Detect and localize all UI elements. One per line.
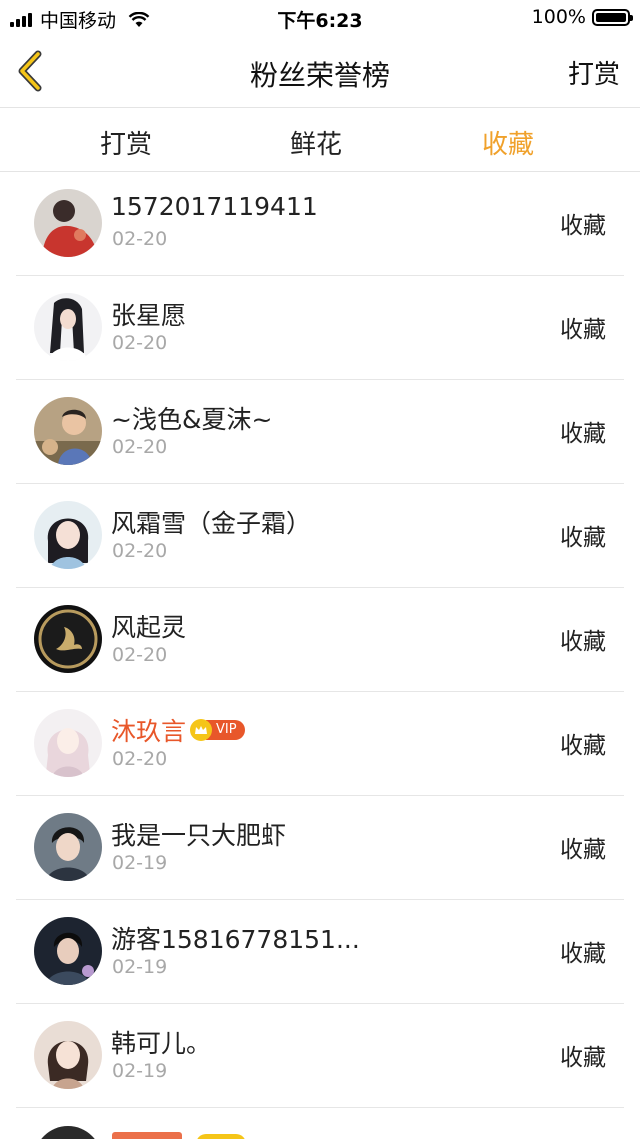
screen: 中国移动 下午6:23 100% 粉丝荣誉榜 打赏 打赏 鲜花 收藏 15720… (0, 0, 640, 1139)
list-item[interactable]: ~浅色&夏沫~ 02-20 收藏 (16, 380, 624, 484)
list-item[interactable]: 韩可儿。 02-19 收藏 (16, 1004, 624, 1108)
status-right: 100% (531, 6, 633, 28)
user-name: 1572017119411 (111, 192, 318, 221)
tab-favorites[interactable]: 收藏 (482, 124, 534, 161)
avatar (34, 293, 102, 361)
battery-icon (592, 8, 633, 26)
user-name: 风霜雪（金子霜） (111, 509, 312, 538)
date-label: 02-20 (112, 748, 168, 770)
action-label: 收藏 (560, 213, 606, 239)
vip-badge: VIP (190, 719, 245, 741)
user-name: 风起灵 (111, 613, 187, 642)
date-label: 02-20 (112, 540, 168, 562)
user-name: 我是一只大肥虾 (111, 821, 287, 850)
list-item[interactable]: 沐玖言 VIP 02-20 收藏 (16, 692, 624, 796)
date-label: 02-19 (112, 1060, 168, 1082)
action-label: 收藏 (560, 941, 606, 967)
tab-bar: 打赏 鲜花 收藏 (0, 108, 640, 172)
action-label: 收藏 (560, 317, 606, 343)
date-label: 02-19 (112, 956, 168, 978)
user-name: 游客15816778151... (111, 925, 360, 954)
user-name: ~浅色&夏沫~ (111, 405, 273, 434)
avatar (34, 189, 102, 257)
date-label: 02-19 (112, 852, 168, 874)
action-label: 收藏 (560, 837, 606, 863)
action-label: 收藏 (560, 1045, 606, 1071)
date-label: 02-20 (112, 644, 168, 666)
list-item[interactable]: 风起灵 02-20 收藏 (16, 588, 624, 692)
action-label: 收藏 (560, 525, 606, 551)
list-item[interactable]: 张星愿 02-20 收藏 (16, 276, 624, 380)
crown-icon (190, 719, 213, 741)
fan-list: 1572017119411 02-20 收藏 张星愿 02-20 收藏 ~浅色&… (0, 172, 640, 1139)
avatar (34, 917, 102, 985)
date-label: 02-20 (112, 228, 168, 250)
list-item[interactable]: 1572017119411 02-20 收藏 (16, 172, 624, 276)
status-bar: 中国移动 下午6:23 100% (0, 0, 640, 34)
list-item[interactable]: 风霜雪（金子霜） 02-20 收藏 (16, 484, 624, 588)
list-item[interactable]: 我是一只大肥虾 02-19 收藏 (16, 796, 624, 900)
date-label: 02-20 (112, 332, 168, 354)
page-title: 粉丝荣誉榜 (249, 59, 390, 92)
tab-reward[interactable]: 打赏 (100, 124, 152, 161)
battery-label: 100% (531, 6, 586, 28)
reward-button[interactable]: 打赏 (568, 54, 620, 91)
avatar (34, 709, 102, 777)
list-item-partial (16, 1108, 640, 1139)
avatar (34, 397, 102, 465)
user-name: 张星愿 (111, 301, 187, 330)
tab-flowers[interactable]: 鲜花 (290, 124, 342, 161)
user-name: 韩可儿。 (111, 1029, 212, 1058)
user-name: 沐玖言 VIP (111, 712, 245, 748)
action-label: 收藏 (560, 421, 606, 447)
date-label: 02-20 (112, 436, 168, 458)
avatar (34, 501, 102, 569)
action-label: 收藏 (560, 733, 606, 759)
avatar (34, 605, 102, 673)
list-item[interactable]: 游客15816778151... 02-19 收藏 (16, 900, 624, 1004)
user-name-text: 沐玖言 (111, 717, 187, 746)
action-label: 收藏 (560, 629, 606, 655)
avatar (34, 1021, 102, 1089)
avatar (34, 813, 102, 881)
nav-bar: 粉丝荣誉榜 打赏 (0, 34, 640, 108)
